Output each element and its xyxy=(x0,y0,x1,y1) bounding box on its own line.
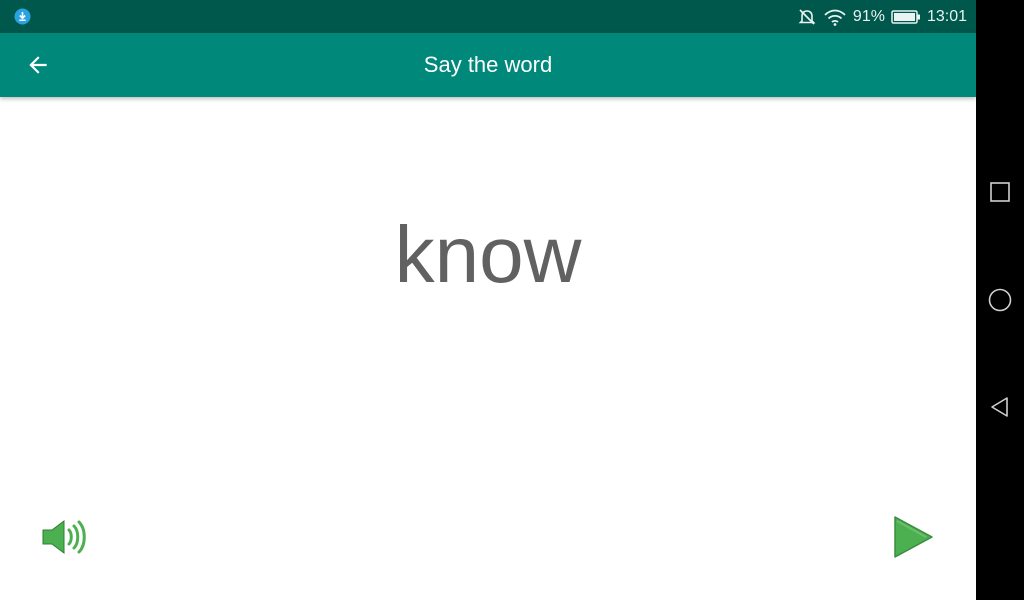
play-next-icon xyxy=(894,516,933,558)
back-triangle-icon xyxy=(991,397,1008,417)
next-button[interactable] xyxy=(888,514,936,560)
arrow-back-icon xyxy=(29,56,47,74)
muted-bell-icon xyxy=(797,7,817,27)
nav-back-button[interactable] xyxy=(976,383,1024,431)
battery-icon xyxy=(891,9,921,25)
app-bar: Say the word xyxy=(0,33,976,97)
recents-button[interactable] xyxy=(976,168,1024,216)
download-notification-icon xyxy=(14,8,31,25)
back-button[interactable] xyxy=(14,41,62,89)
app-screen: 91% 13:01 Say the word know xyxy=(0,0,976,600)
page-title: Say the word xyxy=(423,52,553,77)
home-circle-icon xyxy=(988,288,1012,312)
system-nav-bar xyxy=(976,0,1024,600)
clock: 13:01 xyxy=(926,8,967,25)
recents-square-icon xyxy=(990,182,1010,202)
status-bar: 91% 13:01 xyxy=(0,0,976,33)
speaker-button[interactable] xyxy=(38,514,88,560)
word-display: know xyxy=(394,210,582,299)
home-button[interactable] xyxy=(976,276,1024,324)
status-icons: 91% 13:01 xyxy=(797,0,967,33)
battery-percent: 91% xyxy=(852,8,885,25)
speaker-icon xyxy=(42,520,86,554)
wifi-icon xyxy=(823,7,847,27)
